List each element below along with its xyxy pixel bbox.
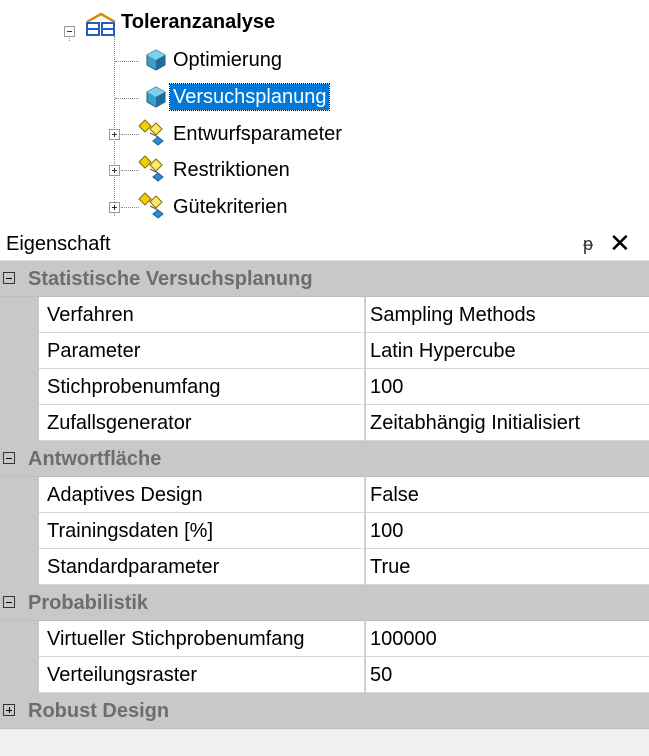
category-header[interactable]: Robust Design bbox=[0, 693, 649, 729]
property-row[interactable]: Zufallsgenerator Zeitabhängig Initialisi… bbox=[0, 405, 649, 441]
property-name-cell[interactable]: Verfahren bbox=[39, 297, 365, 333]
panel-title: Eigenschaft bbox=[6, 233, 111, 255]
property-value: Sampling Methods bbox=[370, 304, 536, 326]
property-name-cell[interactable]: Trainingsdaten [%] bbox=[39, 513, 365, 549]
collapse-toggle[interactable] bbox=[3, 452, 15, 464]
tree-item-versuchsplanung[interactable]: Versuchsplanung bbox=[168, 83, 331, 111]
property-value-cell[interactable]: 100 bbox=[366, 369, 649, 405]
expand-toggle-restriktionen[interactable] bbox=[109, 165, 120, 176]
property-panel-header: Eigenschaft ᵽ ✕ bbox=[0, 228, 649, 261]
category-header[interactable]: Statistische Versuchsplanung bbox=[0, 261, 649, 297]
property-row[interactable]: Verteilungsraster 50 bbox=[0, 657, 649, 693]
category-label: Probabilistik bbox=[28, 592, 149, 614]
property-value-cell[interactable]: False bbox=[366, 477, 649, 513]
property-value: True bbox=[370, 556, 411, 578]
property-value: 100000 bbox=[370, 628, 437, 650]
property-name-cell[interactable]: Virtueller Stichprobenumfang bbox=[39, 621, 365, 657]
property-name: Virtueller Stichprobenumfang bbox=[47, 628, 305, 650]
property-value-cell[interactable]: Latin Hypercube bbox=[366, 333, 649, 369]
parameter-group-icon bbox=[136, 119, 168, 152]
parameter-group-icon bbox=[136, 192, 168, 225]
property-value: 50 bbox=[370, 664, 393, 686]
tree-item-guetekriterien[interactable]: Gütekriterien bbox=[170, 194, 291, 220]
property-name-cell[interactable]: Standardparameter bbox=[39, 549, 365, 585]
property-value: False bbox=[370, 484, 419, 506]
property-panel: Eigenschaft ᵽ ✕ Statistische Versuchspla… bbox=[0, 228, 649, 756]
property-value: Latin Hypercube bbox=[370, 340, 516, 362]
property-row[interactable]: Stichprobenumfang 100 bbox=[0, 369, 649, 405]
property-name-cell[interactable]: Verteilungsraster bbox=[39, 657, 365, 693]
property-name: Standardparameter bbox=[47, 556, 220, 578]
property-row[interactable]: Verfahren Sampling Methods bbox=[0, 297, 649, 333]
property-value-cell[interactable]: True bbox=[366, 549, 649, 585]
project-tree: Toleranzanalyse Optimierung Versuchsplan… bbox=[0, 0, 649, 224]
property-value-cell[interactable]: Sampling Methods bbox=[366, 297, 649, 333]
property-row[interactable]: Virtueller Stichprobenumfang 100000 bbox=[0, 621, 649, 657]
category-label: Statistische Versuchsplanung bbox=[28, 268, 313, 290]
expand-toggle[interactable] bbox=[3, 704, 15, 716]
property-name-cell[interactable]: Stichprobenumfang bbox=[39, 369, 365, 405]
property-row[interactable]: Adaptives Design False bbox=[0, 477, 649, 513]
property-name: Trainingsdaten [%] bbox=[47, 520, 214, 542]
property-name-cell[interactable]: Zufallsgenerator bbox=[39, 405, 365, 441]
parameter-group-icon bbox=[136, 155, 168, 188]
property-name-cell[interactable]: Parameter bbox=[39, 333, 365, 369]
property-name: Parameter bbox=[47, 340, 141, 362]
property-row[interactable]: Parameter Latin Hypercube bbox=[0, 333, 649, 369]
collapse-toggle[interactable] bbox=[3, 272, 15, 284]
property-row[interactable]: Standardparameter True bbox=[0, 549, 649, 585]
property-value-cell[interactable]: 100000 bbox=[366, 621, 649, 657]
tree-item-restriktionen[interactable]: Restriktionen bbox=[170, 157, 293, 183]
property-name: Adaptives Design bbox=[47, 484, 203, 506]
property-row[interactable]: Trainingsdaten [%] 100 bbox=[0, 513, 649, 549]
category-header[interactable]: Probabilistik bbox=[0, 585, 649, 621]
tree-item-toleranzanalyse[interactable]: Toleranzanalyse bbox=[118, 9, 278, 35]
property-value-cell[interactable]: Zeitabhängig Initialisiert bbox=[366, 405, 649, 441]
property-value: Zeitabhängig Initialisiert bbox=[370, 412, 581, 434]
collapse-toggle[interactable] bbox=[3, 596, 15, 608]
category-label: Robust Design bbox=[28, 700, 170, 722]
property-value: 100 bbox=[370, 520, 404, 542]
analysis-folder-icon bbox=[84, 11, 118, 42]
property-name: Zufallsgenerator bbox=[47, 412, 192, 434]
cube-icon bbox=[146, 49, 166, 76]
category-header[interactable]: Antwortfläche bbox=[0, 441, 649, 477]
expand-toggle-entwurfsparameter[interactable] bbox=[109, 129, 120, 140]
property-name: Verfahren bbox=[47, 304, 134, 326]
property-value-cell[interactable]: 50 bbox=[366, 657, 649, 693]
property-name: Verteilungsraster bbox=[47, 664, 198, 686]
expand-toggle-guetekriterien[interactable] bbox=[109, 202, 120, 213]
property-value-cell[interactable]: 100 bbox=[366, 513, 649, 549]
collapse-toggle-root[interactable] bbox=[64, 26, 75, 37]
property-name-cell[interactable]: Adaptives Design bbox=[39, 477, 365, 513]
tree-item-entwurfsparameter[interactable]: Entwurfsparameter bbox=[170, 121, 345, 147]
pin-icon[interactable]: ᵽ bbox=[583, 233, 593, 255]
property-value: 100 bbox=[370, 376, 404, 398]
category-label: Antwortfläche bbox=[28, 448, 162, 470]
property-grid: Statistische Versuchsplanung Verfahren S… bbox=[0, 261, 649, 729]
tree-item-optimierung[interactable]: Optimierung bbox=[170, 47, 285, 73]
cube-icon bbox=[146, 86, 166, 113]
property-name: Stichprobenumfang bbox=[47, 376, 221, 398]
close-icon[interactable]: ✕ bbox=[609, 229, 631, 257]
